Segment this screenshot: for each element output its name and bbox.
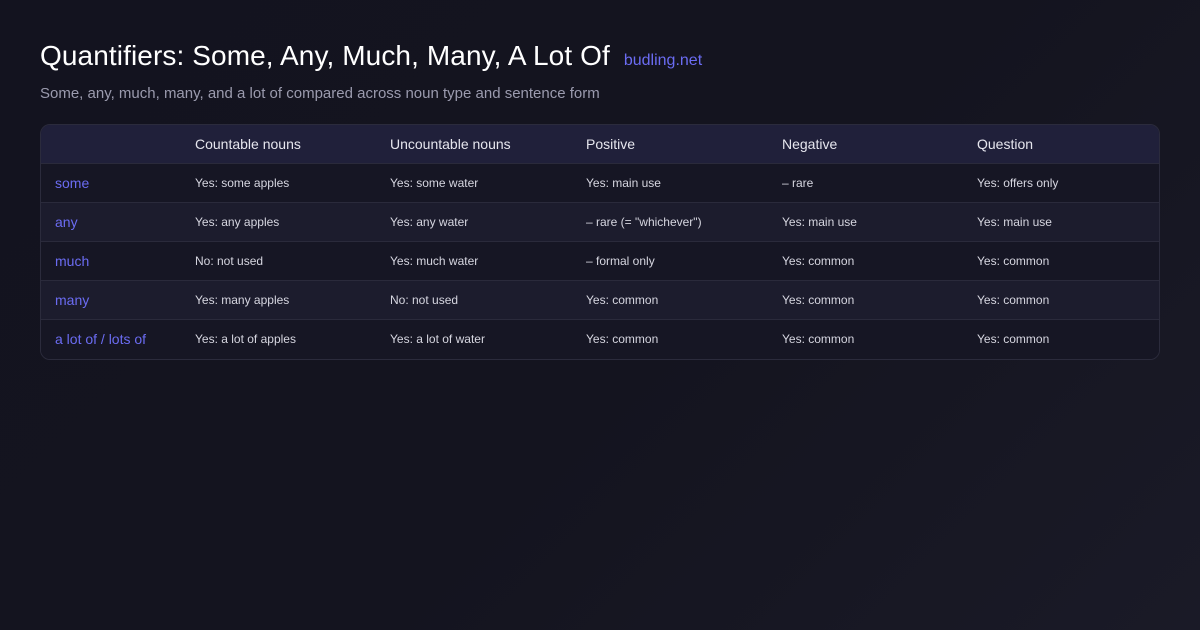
row-term: many [55, 292, 90, 308]
table-row: any Yes: any apples Yes: any water – rar… [41, 202, 1159, 242]
column-header-positive: Positive [586, 136, 636, 152]
page-header: Quantifiers: Some, Any, Much, Many, A Lo… [40, 40, 1160, 102]
table-cell: – rare [782, 176, 814, 190]
page-title: Quantifiers: Some, Any, Much, Many, A Lo… [40, 40, 610, 71]
row-term: any [55, 214, 78, 230]
table-cell: Yes: some apples [195, 176, 290, 190]
table-cell: Yes: common [977, 254, 1050, 268]
table-cell: Yes: some water [390, 176, 479, 190]
column-header-question: Question [977, 136, 1034, 152]
table-header-row: Countable nouns Uncountable nouns Positi… [41, 125, 1159, 164]
quantifier-table-container: Countable nouns Uncountable nouns Positi… [40, 124, 1160, 360]
page-subtitle: Some, any, much, many, and a lot of comp… [40, 85, 600, 102]
table-cell: Yes: common [782, 332, 855, 347]
table-cell: Yes: main use [977, 215, 1052, 229]
table-cell: Yes: main use [782, 215, 857, 229]
table-cell: Yes: common [782, 293, 855, 307]
table-cell: Yes: common [782, 254, 855, 268]
table-cell: Yes: main use [586, 176, 661, 190]
table-cell: Yes: a lot of water [390, 332, 485, 347]
table-row: many Yes: many apples No: not used Yes: … [41, 280, 1159, 320]
table-cell: Yes: any apples [195, 215, 280, 229]
title-row: Quantifiers: Some, Any, Much, Many, A Lo… [40, 40, 1160, 78]
column-header-countable: Countable nouns [195, 136, 301, 152]
table-cell: No: not used [390, 293, 459, 307]
row-term: a lot of / lots of [55, 331, 147, 348]
column-header-negative: Negative [782, 136, 838, 152]
quantifier-table: Countable nouns Uncountable nouns Positi… [41, 125, 1159, 359]
row-term: some [55, 175, 90, 191]
table-cell: Yes: common [977, 332, 1050, 347]
table-cell: Yes: offers only [977, 176, 1059, 190]
table-cell: – formal only [586, 254, 655, 268]
table-cell: Yes: common [977, 293, 1050, 307]
table-row: much No: not used Yes: much water – form… [41, 241, 1159, 281]
table-row: some Yes: some apples Yes: some water Ye… [41, 163, 1159, 203]
table-cell: Yes: much water [390, 254, 479, 268]
table-cell: No: not used [195, 254, 264, 268]
table-row: a lot of / lots of Yes: a lot of apples … [41, 319, 1159, 359]
brand-link[interactable]: budling.net [624, 52, 702, 70]
column-header-uncountable: Uncountable nouns [390, 136, 511, 152]
table-cell: Yes: many apples [195, 293, 290, 307]
row-term: much [55, 253, 90, 269]
column-header-term [41, 125, 181, 164]
table-cell: Yes: a lot of apples [195, 332, 296, 347]
table-cell: Yes: any water [390, 215, 469, 229]
table-cell: – rare (= "whichever") [586, 215, 702, 229]
table-cell: Yes: common [586, 332, 659, 347]
table-cell: Yes: common [586, 293, 659, 307]
